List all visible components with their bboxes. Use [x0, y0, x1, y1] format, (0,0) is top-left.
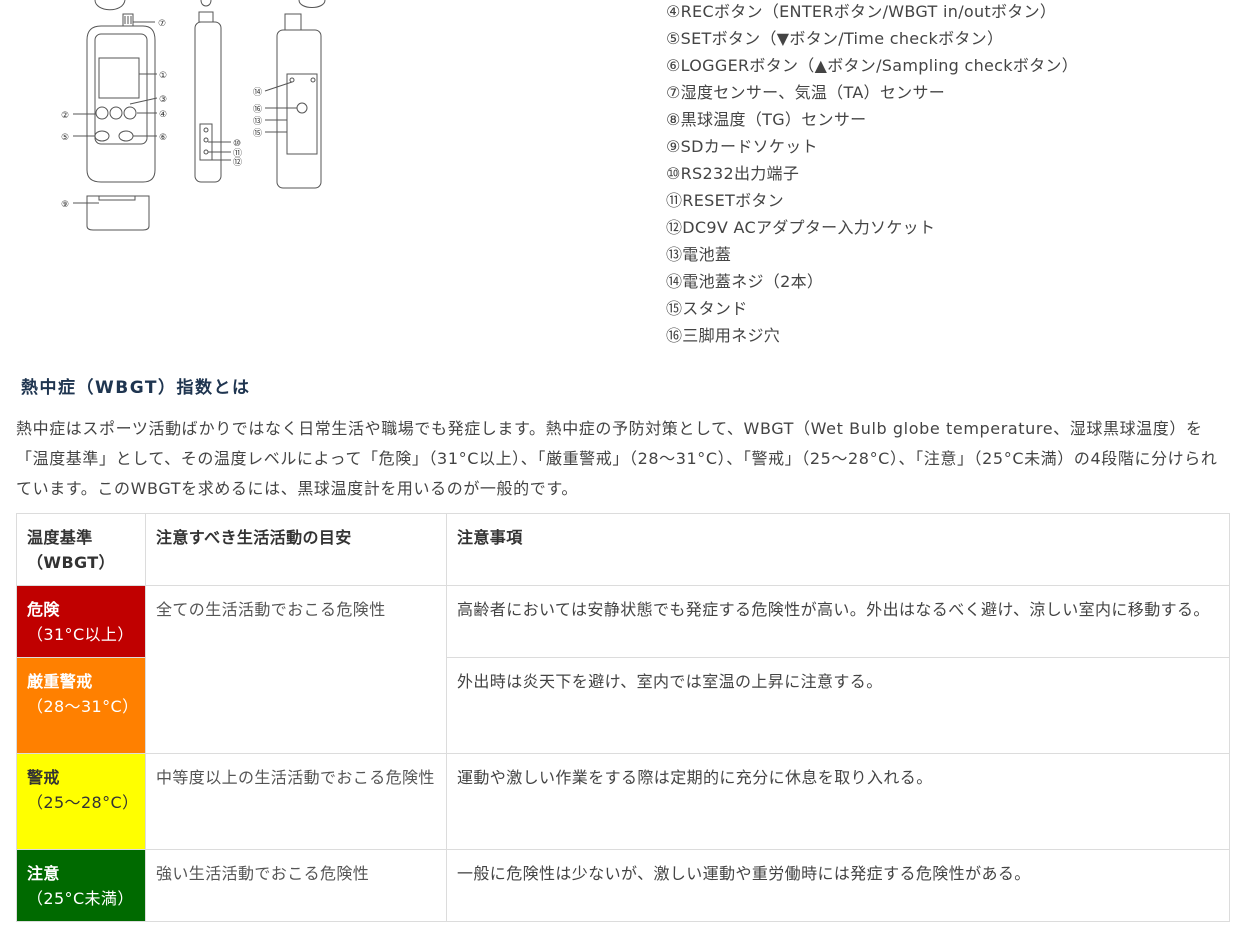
level-name: 厳重警戒	[27, 672, 93, 691]
diagram-label: ⑭	[253, 87, 262, 98]
activity-cell: 強い生活活動でおこる危険性	[145, 849, 447, 922]
parts-list-item: ⑭電池蓋ネジ（2本）	[666, 272, 824, 291]
level-name: 警戒	[27, 768, 60, 787]
level-name: 危険	[27, 600, 60, 619]
level-range: （31°C以上）	[27, 625, 134, 644]
header-notes: 注意事項	[446, 513, 1230, 586]
section-heading: 熱中症（WBGT）指数とは	[21, 378, 251, 398]
diagram-label: ④	[159, 110, 167, 120]
diagram-label: ⑬	[253, 116, 262, 127]
parts-list-item: ⑨SDカードソケット	[666, 137, 818, 156]
diagram-label: ⑩	[233, 139, 241, 149]
header-standard: 温度基準（WBGT）	[16, 513, 146, 586]
parts-list-item: ⑮スタンド	[666, 299, 748, 318]
wbgt-table: 温度基準（WBGT） 注意すべき生活活動の目安 注意事項 危険 （31°C以上）…	[16, 513, 1230, 922]
level-danger-cell: 危険 （31°C以上）	[16, 585, 146, 658]
parts-list-item: ④RECボタン（ENTERボタン/WBGT in/outボタン）	[666, 2, 1057, 21]
diagram-label: ②	[61, 111, 69, 121]
header-activity: 注意すべき生活活動の目安	[145, 513, 447, 586]
parts-list-item: ⑦湿度センサー、気温（TA）センサー	[666, 83, 946, 102]
level-caution-cell: 注意 （25°C未満）	[16, 849, 146, 922]
parts-list-item: ⑫DC9V ACアダプター入力ソケット	[666, 218, 936, 237]
parts-list-item: ⑥LOGGERボタン（▲ボタン/Sampling checkボタン）	[666, 56, 1079, 75]
parts-list-item: ⑤SETボタン（▼ボタン/Time checkボタン）	[666, 29, 1004, 48]
level-name: 注意	[27, 864, 60, 883]
intro-paragraph: 熱中症はスポーツ活動ばかりではなく日常生活や職場でも発症します。熱中症の予防対策…	[16, 419, 1218, 498]
note-cell: 運動や激しい作業をする際は定期的に充分に休息を取り入れる。	[446, 753, 1230, 850]
level-range: （25°C未満）	[27, 889, 134, 908]
diagram-label: ⑦	[158, 19, 166, 29]
activity-cell: 中等度以上の生活活動でおこる危険性	[145, 753, 447, 850]
parts-list: ④RECボタン（ENTERボタン/WBGT in/outボタン） ⑤SETボタン…	[666, 0, 1078, 351]
note-cell: 高齢者においては安静状態でも発症する危険性が高い。外出はなるべく避け、涼しい室内…	[446, 585, 1230, 658]
diagram-label: ⑥	[159, 133, 167, 143]
table-header-row: 温度基準（WBGT） 注意すべき生活活動の目安 注意事項	[16, 513, 1230, 586]
parts-list-item: ⑪RESETボタン	[666, 191, 784, 210]
diagram-label: ⑤	[61, 133, 69, 143]
table-row: 注意 （25°C未満） 強い生活活動でおこる危険性 一般に危険性は少ないが、激し…	[16, 849, 1230, 922]
device-diagram: ⑦ ① ② ③ ④ ⑤ ⑥ ⑨ ⑩ ⑪ ⑫ ⑭ ⑯ ⑬ ⑮	[61, 0, 326, 231]
diagram-label: ③	[159, 95, 167, 105]
parts-list-item: ⑯三脚用ネジ穴	[666, 326, 781, 345]
parts-list-item: ⑩RS232出力端子	[666, 164, 800, 183]
diagram-label: ⑫	[233, 157, 242, 168]
table-row: 危険 （31°C以上） 全ての生活活動でおこる危険性 高齢者においては安静状態で…	[16, 585, 1230, 754]
level-severe-cell: 厳重警戒 （28～31°C）	[16, 657, 146, 754]
diagram-label: ①	[159, 71, 167, 81]
note-cell: 一般に危険性は少ないが、激しい運動や重労働時には発症する危険性がある。	[446, 849, 1230, 922]
note-cell: 外出時は炎天下を避け、室内では室温の上昇に注意する。	[446, 657, 1230, 754]
parts-list-item: ⑬電池蓋	[666, 245, 732, 264]
level-range: （25～28°C）	[27, 793, 139, 812]
diagram-label: ⑮	[253, 128, 262, 139]
diagram-label: ⑨	[61, 200, 69, 210]
activity-cell: 全ての生活活動でおこる危険性	[145, 585, 447, 754]
diagram-label: ⑯	[253, 104, 262, 115]
level-warning-cell: 警戒 （25～28°C）	[16, 753, 146, 850]
level-range: （28～31°C）	[27, 697, 139, 716]
parts-list-item: ⑧黒球温度（TG）センサー	[666, 110, 867, 129]
table-row: 警戒 （25～28°C） 中等度以上の生活活動でおこる危険性 運動や激しい作業を…	[16, 753, 1230, 850]
